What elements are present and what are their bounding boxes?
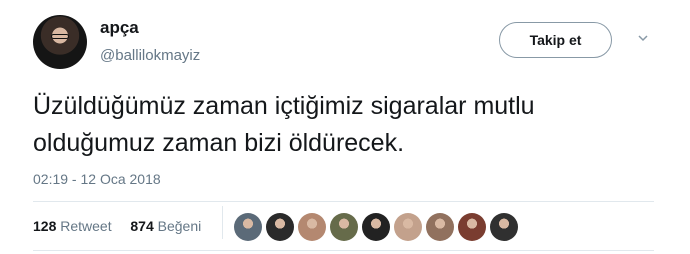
tweet-stats: 128 Retweet 874 Beğeni: [33, 218, 201, 234]
profile-avatar[interactable]: [33, 15, 87, 69]
liker-avatar-8[interactable]: [458, 213, 486, 241]
display-name[interactable]: apça: [100, 18, 139, 38]
stats-separator: [222, 206, 223, 239]
tweet-text: Üzüldüğümüz zaman içtiğimiz sigaralar mu…: [33, 88, 663, 162]
follow-button[interactable]: Takip et: [499, 22, 612, 58]
liker-avatar-4[interactable]: [330, 213, 358, 241]
liker-avatars: [234, 213, 518, 243]
retweet-count[interactable]: 128: [33, 218, 56, 234]
retweet-label[interactable]: Retweet: [60, 218, 111, 234]
liker-avatar-9[interactable]: [490, 213, 518, 241]
user-handle[interactable]: @ballilokmayiz: [100, 47, 200, 64]
liker-avatar-5[interactable]: [362, 213, 390, 241]
divider: [33, 201, 654, 202]
liker-avatar-3[interactable]: [298, 213, 326, 241]
chevron-down-icon[interactable]: [638, 33, 648, 43]
liker-avatar-6[interactable]: [394, 213, 422, 241]
tweet-timestamp[interactable]: 02:19 - 12 Oca 2018: [33, 171, 161, 187]
tweet-text-line: Üzüldüğümüz zaman içtiğimiz sigaralar mu…: [33, 92, 535, 120]
like-label[interactable]: Beğeni: [158, 218, 202, 234]
tweet-card: apça @ballilokmayiz Takip et Üzüldüğümüz…: [0, 0, 690, 254]
tweet-text-line: olduğumuz zaman bizi öldürecek.: [33, 129, 405, 157]
liker-avatar-1[interactable]: [234, 213, 262, 241]
liker-avatar-7[interactable]: [426, 213, 454, 241]
divider: [33, 250, 654, 251]
like-count[interactable]: 874: [130, 218, 153, 234]
liker-avatar-2[interactable]: [266, 213, 294, 241]
